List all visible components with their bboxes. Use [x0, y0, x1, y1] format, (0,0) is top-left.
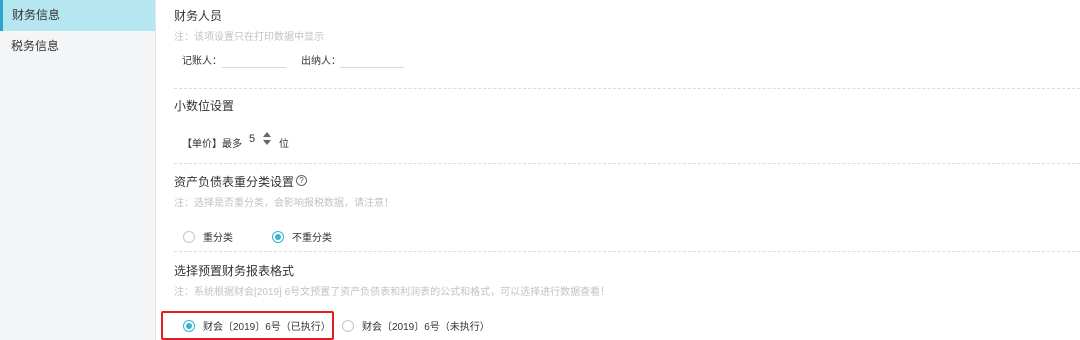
radio-reclassify[interactable]: 重分类	[183, 229, 233, 244]
radio-label: 重分类	[203, 233, 233, 244]
finance-staff-note: 注：该项设置只在打印数据中显示	[174, 32, 324, 43]
sidebar: 财务信息 税务信息	[0, 0, 156, 340]
stepper-up-icon[interactable]	[263, 132, 271, 137]
radio-no-reclassify[interactable]: 不重分类	[272, 229, 332, 244]
divider	[174, 163, 1080, 164]
question-circle-icon[interactable]: ?	[296, 175, 307, 186]
bookkeeper-input[interactable]	[222, 54, 286, 68]
finance-staff-title: 财务人员	[174, 9, 223, 23]
report-format-note: 注：系统根据财会[2019] 6号文预置了资产负债表和利润表的公式和格式，可以选…	[174, 287, 611, 298]
decimal-title: 小数位设置	[174, 99, 235, 113]
decimal-stepper[interactable]	[262, 131, 272, 147]
radio-label: 财会〔2019〕6号（未执行）	[362, 322, 490, 333]
main-content: 财务人员 注：该项设置只在打印数据中显示 记账人： 出纳人： 小数位设置 【单价…	[156, 0, 1080, 340]
reclass-title: 资产负债表重分类设置	[174, 175, 295, 189]
divider	[174, 251, 1080, 252]
radio-format-not-executed[interactable]: 财会〔2019〕6号（未执行）	[342, 318, 490, 333]
decimal-unit-label: 位	[279, 139, 289, 150]
bookkeeper-label: 记账人：	[182, 56, 222, 67]
cashier-input[interactable]	[340, 54, 404, 68]
stepper-down-icon[interactable]	[263, 140, 271, 145]
radio-circle[interactable]	[183, 230, 195, 243]
reclass-note: 注：选择是否重分类，会影响报税数据，请注意！	[174, 198, 394, 209]
radio-circle[interactable]	[342, 319, 354, 332]
sidebar-item-finance-info[interactable]: 财务信息	[0, 0, 155, 31]
report-format-title: 选择预置财务报表格式	[174, 264, 295, 278]
radio-label: 不重分类	[292, 233, 332, 244]
radio-circle-checked[interactable]	[272, 230, 284, 243]
divider	[174, 88, 1080, 89]
highlight-annotation-box	[161, 311, 334, 340]
unit-price-max-label: 【单价】最多	[182, 139, 242, 150]
cashier-label: 出纳人：	[301, 56, 341, 67]
sidebar-item-tax-info[interactable]: 税务信息	[0, 31, 155, 62]
decimal-places-value[interactable]: 5	[249, 133, 255, 145]
